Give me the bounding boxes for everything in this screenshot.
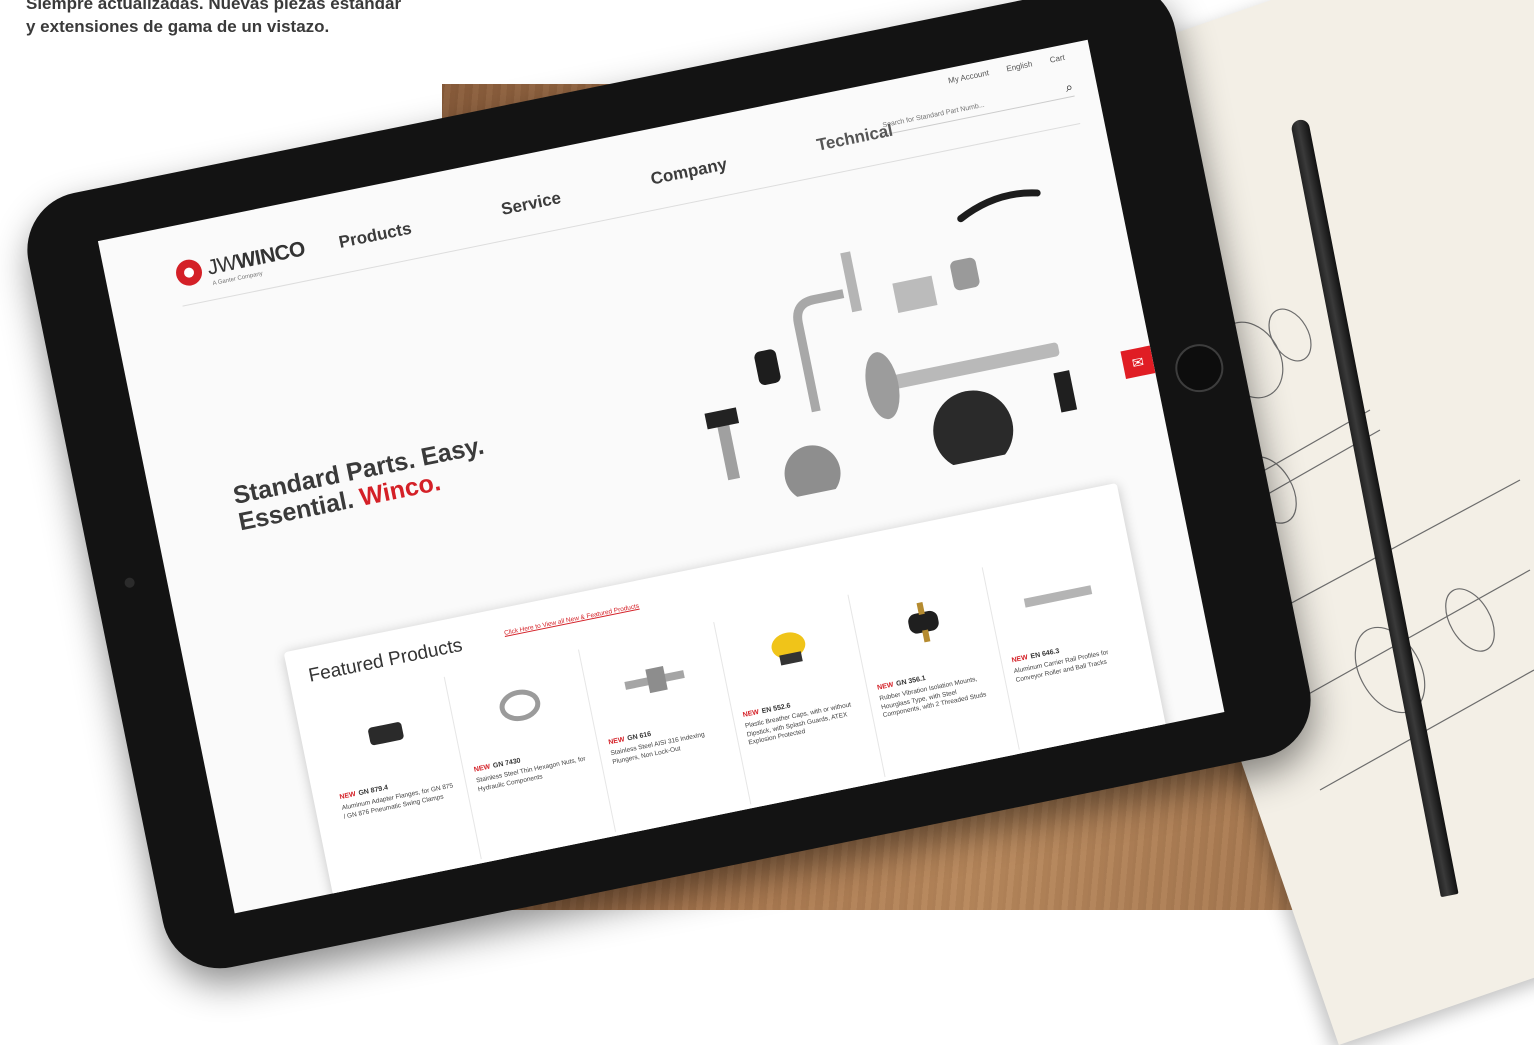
new-badge: NEW [1011,654,1029,665]
my-account-link[interactable]: My Account [947,68,989,85]
hero-headline: Standard Parts. Easy. Essential. Winco. [231,432,492,537]
product-code: GN 616 [626,730,652,743]
new-badge: NEW [742,708,760,720]
product-code: GN 7430 [492,757,522,770]
nav-service[interactable]: Service [500,188,563,220]
search-input[interactable] [879,88,1043,131]
logo-mark-icon [173,257,205,288]
new-badge: NEW [607,736,626,747]
search-bar: ⌕ [878,77,1075,136]
home-button[interactable] [1171,339,1228,397]
logo-text-bold: WINCO [233,237,307,274]
new-badge: NEW [339,790,357,802]
caption: Siempre actualizadas. Nuevas piezas está… [26,0,401,38]
caption-line-2: y extensiones de gama de un vistazo. [26,17,330,36]
tablet-screen: JWWINCO A Ganter Company My Account Engl… [97,39,1225,914]
nav-technical[interactable]: Technical [815,121,895,156]
search-icon[interactable]: ⌕ [1064,79,1074,96]
site-logo[interactable]: JWWINCO A Ganter Company [173,236,308,288]
hero-product-collage [704,189,1078,502]
view-all-featured-link[interactable]: Click Here to View all New & Featured Pr… [504,603,640,637]
nav-products[interactable]: Products [337,219,413,253]
utility-links: My Account English Cart [947,53,1065,85]
caption-line-1: Siempre actualizadas. Nuevas piezas está… [26,0,402,13]
language-selector[interactable]: English [1006,59,1034,73]
new-badge: NEW [473,763,491,774]
camera-icon [123,576,136,589]
chat-icon[interactable]: ✉ [1120,345,1156,379]
nav-company[interactable]: Company [649,154,729,189]
cart-link[interactable]: Cart [1049,53,1066,65]
new-badge: NEW [876,681,895,692]
